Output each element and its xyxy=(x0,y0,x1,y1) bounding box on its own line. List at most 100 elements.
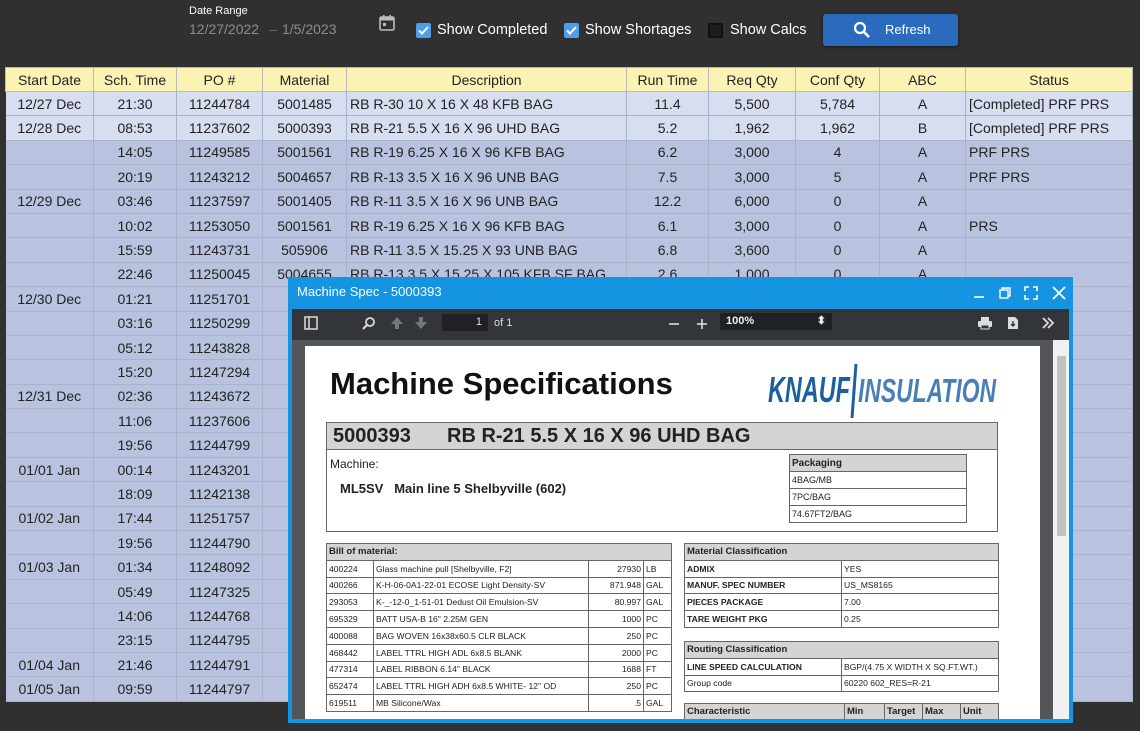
cell-material[interactable]: 5004657 xyxy=(262,164,347,190)
cell-po[interactable]: 11244795 xyxy=(176,628,263,653)
cell-start-date[interactable]: 12/27 Dec xyxy=(5,91,94,117)
column-header-description[interactable]: Description xyxy=(346,67,627,92)
more-tools-icon[interactable] xyxy=(1041,316,1055,330)
cell-start-date[interactable]: 12/30 Dec xyxy=(5,286,94,312)
cell-sch-time[interactable]: 00:14 xyxy=(93,457,177,483)
cell-po[interactable]: 11250045 xyxy=(176,262,263,288)
zoom-out-icon[interactable] xyxy=(668,318,680,330)
cell-sch-time[interactable]: 21:30 xyxy=(93,91,177,117)
cell-status[interactable] xyxy=(965,237,1133,263)
cell-sch-time[interactable]: 10:02 xyxy=(93,213,177,239)
date-to-input[interactable]: 1/5/2023 xyxy=(282,21,337,37)
cell-start-date[interactable] xyxy=(5,579,94,605)
cell-po[interactable]: 11249585 xyxy=(176,140,263,166)
cell-po[interactable]: 11247325 xyxy=(176,579,263,605)
cell-po[interactable]: 11243672 xyxy=(176,384,263,410)
cell-sch-time[interactable]: 15:59 xyxy=(93,237,177,263)
column-header-req-qty[interactable]: Req Qty xyxy=(708,67,796,92)
cell-abc[interactable]: A xyxy=(879,189,966,214)
table-row[interactable]: 15:59 11243731 505906 RB R-11 3.5 X 15.25 X… xyxy=(5,237,1133,263)
cell-start-date[interactable]: 12/28 Dec xyxy=(5,115,94,141)
cell-description[interactable]: RB R-11 3.5 X 15.25 X 93 UNB BAG xyxy=(346,237,627,263)
cell-req-qty[interactable]: 1,962 xyxy=(708,115,796,141)
cell-po[interactable]: 11243201 xyxy=(176,457,263,483)
cell-po[interactable]: 11253050 xyxy=(176,213,263,239)
zoom-in-icon[interactable] xyxy=(696,318,708,330)
cell-req-qty[interactable]: 3,000 xyxy=(708,164,796,190)
cell-sch-time[interactable]: 14:06 xyxy=(93,603,177,629)
cell-abc[interactable]: A xyxy=(879,91,966,117)
refresh-button[interactable]: Refresh xyxy=(823,14,958,46)
cell-start-date[interactable] xyxy=(5,408,94,434)
cell-start-date[interactable] xyxy=(5,481,94,507)
cell-description[interactable]: RB R-19 6.25 X 16 X 96 KFB BAG xyxy=(346,213,627,239)
cell-status[interactable]: [Completed] PRF PRS xyxy=(965,91,1133,117)
show-completed-label[interactable]: Show Completed xyxy=(437,22,547,38)
cell-sch-time[interactable]: 03:16 xyxy=(93,311,177,336)
cell-sch-time[interactable]: 01:21 xyxy=(93,286,177,312)
cell-start-date[interactable] xyxy=(5,140,94,166)
show-calcs-checkbox[interactable] xyxy=(708,23,723,38)
cell-po[interactable]: 11237597 xyxy=(176,189,263,214)
cell-start-date[interactable]: 12/31 Dec xyxy=(5,384,94,410)
pdf-scrollbar[interactable] xyxy=(1053,340,1069,719)
show-shortages-checkbox[interactable] xyxy=(564,23,579,38)
cell-req-qty[interactable]: 6,000 xyxy=(708,189,796,214)
table-row[interactable]: 12/29 Dec 03:46 11237597 5001405 RB R-11 3.5… xyxy=(5,189,1133,214)
table-row[interactable]: 12/28 Dec 08:53 11237602 5000393 RB R-21 5.5… xyxy=(5,115,1133,141)
cell-description[interactable]: RB R-11 3.5 X 16 X 96 UNB BAG xyxy=(346,189,627,214)
cell-start-date[interactable] xyxy=(5,628,94,653)
cell-start-date[interactable]: 01/01 Jan xyxy=(5,457,94,483)
cell-conf-qty[interactable]: 5 xyxy=(795,164,880,190)
sidebar-toggle-icon[interactable] xyxy=(304,316,318,330)
cell-po[interactable]: 11244768 xyxy=(176,603,263,629)
cell-sch-time[interactable]: 15:20 xyxy=(93,359,177,385)
show-shortages-label[interactable]: Show Shortages xyxy=(585,22,691,38)
cell-req-qty[interactable]: 3,000 xyxy=(708,213,796,239)
cell-sch-time[interactable]: 03:46 xyxy=(93,189,177,214)
cell-po[interactable]: 11237602 xyxy=(176,115,263,141)
cell-abc[interactable]: B xyxy=(879,115,966,141)
cell-start-date[interactable] xyxy=(5,603,94,629)
table-row[interactable]: 20:19 11243212 5004657 RB R-13 3.5 X 16 X 9… xyxy=(5,164,1133,190)
cell-po[interactable]: 11243828 xyxy=(176,335,263,361)
print-icon[interactable] xyxy=(977,316,993,330)
cell-po[interactable]: 11248092 xyxy=(176,554,263,580)
scrollbar-thumb[interactable] xyxy=(1057,356,1066,536)
cell-conf-qty[interactable]: 0 xyxy=(795,213,880,239)
cell-material[interactable]: 5000393 xyxy=(262,115,347,141)
column-header-start-date[interactable]: Start Date xyxy=(5,67,94,92)
cell-sch-time[interactable]: 02:36 xyxy=(93,384,177,410)
find-icon[interactable] xyxy=(362,316,376,330)
cell-run-time[interactable]: 6.2 xyxy=(626,140,709,166)
cell-po[interactable]: 11250299 xyxy=(176,311,263,336)
cell-abc[interactable]: A xyxy=(879,237,966,263)
column-header-abc[interactable]: ABC xyxy=(879,67,966,92)
column-header-po[interactable]: PO # xyxy=(176,67,263,92)
cell-req-qty[interactable]: 5,500 xyxy=(708,91,796,117)
cell-description[interactable]: RB R-19 6.25 X 16 X 96 KFB BAG xyxy=(346,140,627,166)
column-header-status[interactable]: Status xyxy=(965,67,1133,92)
cell-start-date[interactable]: 12/29 Dec xyxy=(5,189,94,214)
cell-po[interactable]: 11244799 xyxy=(176,432,263,458)
cell-start-date[interactable] xyxy=(5,530,94,556)
table-row[interactable]: 14:05 11249585 5001561 RB R-19 6.25 X 16 X … xyxy=(5,140,1133,166)
cell-sch-time[interactable]: 20:19 xyxy=(93,164,177,190)
cell-sch-time[interactable]: 05:12 xyxy=(93,335,177,361)
column-header-conf-qty[interactable]: Conf Qty xyxy=(795,67,880,92)
calendar-icon[interactable] xyxy=(378,14,396,32)
cell-sch-time[interactable]: 18:09 xyxy=(93,481,177,507)
cell-description[interactable]: RB R-30 10 X 16 X 48 KFB BAG xyxy=(346,91,627,117)
cell-conf-qty[interactable]: 0 xyxy=(795,237,880,263)
cell-start-date[interactable] xyxy=(5,432,94,458)
cell-run-time[interactable]: 12.2 xyxy=(626,189,709,214)
cell-abc[interactable]: A xyxy=(879,164,966,190)
cell-status[interactable]: [Completed] PRF PRS xyxy=(965,115,1133,141)
cell-start-date[interactable] xyxy=(5,311,94,336)
next-page-icon[interactable] xyxy=(414,316,428,330)
cell-status[interactable]: PRF PRS xyxy=(965,140,1133,166)
cell-conf-qty[interactable]: 5,784 xyxy=(795,91,880,117)
cell-start-date[interactable] xyxy=(5,213,94,239)
cell-start-date[interactable] xyxy=(5,164,94,190)
cell-run-time[interactable]: 6.8 xyxy=(626,237,709,263)
